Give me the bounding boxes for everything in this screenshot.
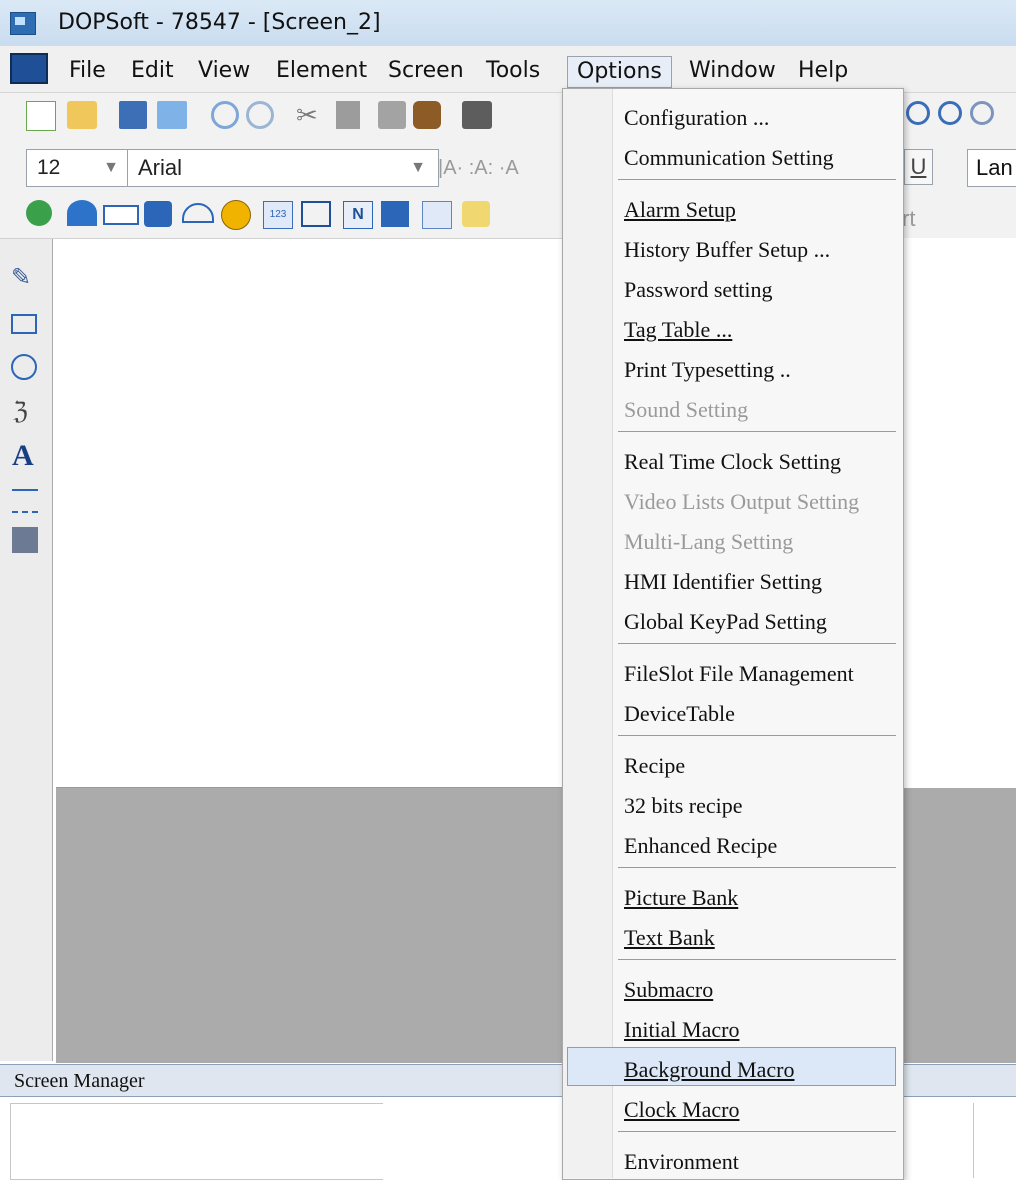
font-size-value: 12 [37,156,61,179]
pencil-icon[interactable]: ✎ [11,265,41,291]
menu-item-enhanced-recipe[interactable]: Enhanced Recipe [624,832,777,860]
menu-help[interactable]: Help [789,56,857,86]
menu-item-real-time-clock-setting[interactable]: Real Time Clock Setting [624,448,841,476]
language-select[interactable]: Lan [967,149,1016,187]
underline-button[interactable]: U [904,149,933,185]
menu-item-history-buffer-setup[interactable]: History Buffer Setup ... [624,236,830,264]
menu-options[interactable]: Options [567,56,672,88]
pushbutton-icon[interactable] [67,200,97,226]
export-icon[interactable] [157,101,187,129]
menu-separator [618,735,896,736]
window-title: DOPSoft - 78547 - [Screen_2] [58,10,381,35]
zoom-in-icon[interactable] [906,101,930,125]
display-icon[interactable] [301,201,331,227]
app-icon [10,12,36,35]
menu-item-fileslot-file-management[interactable]: FileSlot File Management [624,660,854,688]
screen-manager-title: Screen Manager [14,1070,145,1092]
canvas-right-area [901,239,1016,788]
text-align-controls[interactable]: |A· :A: ·A [438,154,558,182]
chevron-down-icon[interactable]: ▼ [410,150,426,186]
menu-icon-column [563,89,613,1178]
zoom-fit-icon[interactable] [970,101,994,125]
menu-item-video-lists-output-setting[interactable]: Video Lists Output Setting [624,488,859,516]
screen-canvas[interactable] [56,239,567,788]
menu-item-32-bits-recipe[interactable]: 32 bits recipe [624,792,743,820]
redo-icon[interactable] [246,101,274,129]
menu-separator [618,1131,896,1132]
menu-item-communication-setting[interactable]: Communication Setting [624,144,834,172]
screen-manager-right-border [973,1103,1016,1178]
toolbar-partial-label: rt [902,206,916,231]
undo-icon[interactable] [211,101,239,129]
menu-item-environment[interactable]: Environment [624,1148,739,1176]
menu-screen[interactable]: Screen [379,56,473,86]
scale-icon[interactable] [12,489,38,513]
menu-element[interactable]: Element [267,56,376,86]
container-icon[interactable] [144,201,172,227]
font-name-value: Arial [138,155,183,180]
rectangle-element-icon[interactable] [103,205,139,225]
menu-file[interactable]: File [60,56,115,86]
text-icon[interactable]: A [12,441,42,471]
menu-item-submacro[interactable]: Submacro [624,976,713,1004]
menu-separator [618,431,896,432]
monitor-icon [10,53,48,84]
menu-item-devicetable[interactable]: DeviceTable [624,700,735,728]
menu-separator [618,179,896,180]
menu-separator [618,867,896,868]
copy-icon[interactable] [336,101,360,129]
screen-manager-panel [10,1103,383,1180]
new-file-icon[interactable] [26,101,56,131]
font-size-select[interactable]: 12 ▼ [26,149,130,187]
chevron-down-icon[interactable]: ▼ [103,150,119,186]
save-icon[interactable] [119,101,147,129]
cut-icon[interactable]: ✂ [296,101,324,129]
graph-icon[interactable] [422,201,452,229]
menu-item-alarm-setup[interactable]: Alarm Setup [624,196,736,224]
table-icon[interactable] [12,527,38,553]
menu-item-multi-lang-setting[interactable]: Multi-Lang Setting [624,528,793,556]
find-icon[interactable] [413,101,441,129]
zoom-out-icon[interactable] [938,101,962,125]
menu-item-print-typesetting[interactable]: Print Typesetting .. [624,356,791,384]
menu-item-clock-macro[interactable]: Clock Macro [624,1096,739,1124]
menu-item-initial-macro[interactable]: Initial Macro [624,1016,739,1044]
menu-view[interactable]: View [189,56,259,86]
menu-item-password-setting[interactable]: Password setting [624,276,773,304]
circle-icon[interactable] [11,354,37,380]
trend-icon[interactable] [381,201,409,227]
menu-item-global-keypad-setting[interactable]: Global KeyPad Setting [624,608,827,636]
menu-item-hmi-identifier-setting[interactable]: HMI Identifier Setting [624,568,822,596]
menu-tools[interactable]: Tools [477,56,549,86]
lamp-icon[interactable] [221,200,251,230]
alarm-icon[interactable] [462,201,490,227]
font-name-select[interactable]: Arial ▼ [127,149,439,187]
numeric-icon[interactable]: 123 [263,201,293,229]
screen-add-icon[interactable] [462,101,492,129]
menu-edit[interactable]: Edit [122,56,183,86]
menu-window[interactable]: Window [680,56,785,86]
menu-item-recipe[interactable]: Recipe [624,752,685,780]
menu-separator [618,959,896,960]
paste-icon[interactable] [378,101,406,129]
menu-separator [618,643,896,644]
menu-item-background-macro[interactable]: Background Macro [624,1056,794,1084]
n-element-icon[interactable]: N [343,201,373,229]
polyline-icon[interactable]: ℨ [13,399,39,425]
menu-item-sound-setting[interactable]: Sound Setting [624,396,748,424]
on-button-icon[interactable] [26,200,52,226]
menu-item-configuration[interactable]: Configuration ... [624,104,769,132]
menu-item-tag-table[interactable]: Tag Table ... [624,316,732,344]
menu-item-text-bank[interactable]: Text Bank [624,924,715,952]
rectangle-icon[interactable] [11,314,37,334]
menu-item-picture-bank[interactable]: Picture Bank [624,884,738,912]
open-folder-icon[interactable] [67,101,97,129]
